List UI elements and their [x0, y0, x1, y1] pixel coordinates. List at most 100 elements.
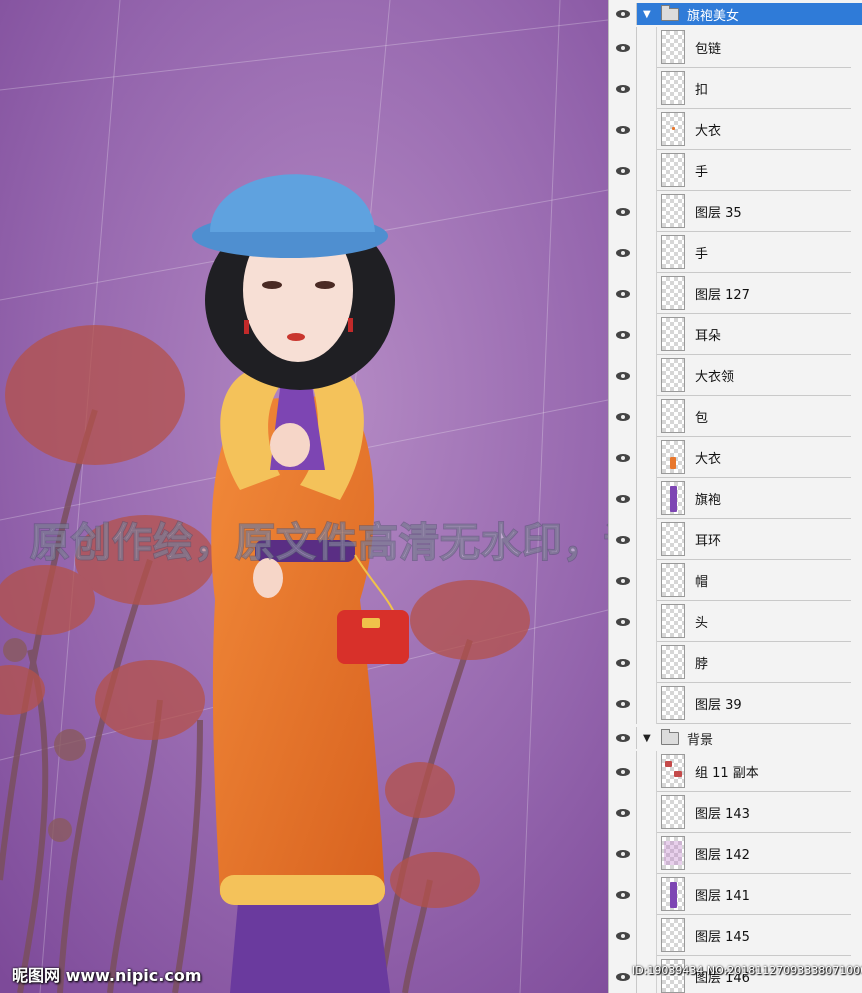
layer-thumbnail[interactable]: [661, 30, 685, 64]
layer-thumbnail[interactable]: [661, 153, 685, 187]
visibility-toggle[interactable]: [609, 874, 637, 915]
layer-row[interactable]: 耳环: [609, 519, 862, 560]
visibility-toggle[interactable]: [609, 109, 637, 150]
layer-row[interactable]: 手: [609, 150, 862, 191]
layer-thumbnail[interactable]: [661, 754, 685, 788]
layer-row[interactable]: 耳朵: [609, 314, 862, 355]
layer-row[interactable]: 手: [609, 232, 862, 273]
indent-spacer: [637, 642, 657, 683]
indent-spacer: [637, 191, 657, 232]
visibility-toggle[interactable]: [609, 191, 637, 232]
expand-triangle-icon[interactable]: ▼: [643, 733, 657, 744]
layer-name: 手: [695, 246, 709, 262]
visibility-toggle[interactable]: [609, 273, 637, 314]
layer-row[interactable]: 头: [609, 601, 862, 642]
layer-name: 图层 39: [695, 697, 742, 713]
indent-spacer: [637, 683, 657, 724]
visibility-toggle[interactable]: [609, 683, 637, 724]
layer-name: 图层 145: [695, 929, 750, 945]
layer-thumbnail[interactable]: [661, 604, 685, 638]
indent-spacer: [637, 437, 657, 478]
eye-icon: [615, 617, 630, 626]
layer-thumbnail[interactable]: [661, 795, 685, 829]
eye-icon: [615, 808, 630, 817]
eye-icon: [615, 658, 630, 667]
layer-row[interactable]: 大衣: [609, 109, 862, 150]
visibility-toggle[interactable]: [609, 314, 637, 355]
layer-thumbnail[interactable]: [661, 235, 685, 269]
layer-thumbnail[interactable]: [661, 358, 685, 392]
visibility-toggle[interactable]: [609, 915, 637, 956]
layer-name: 图层 141: [695, 888, 750, 904]
layer-row[interactable]: 包: [609, 396, 862, 437]
nipic-logo: 昵图网 www.nipic.com: [12, 966, 202, 985]
layer-thumbnail[interactable]: [661, 194, 685, 228]
layer-row[interactable]: 旗袍: [609, 478, 862, 519]
visibility-toggle[interactable]: [609, 792, 637, 833]
layer-row[interactable]: 图层 141: [609, 874, 862, 915]
visibility-toggle[interactable]: [609, 560, 637, 601]
indent-spacer: [637, 601, 657, 642]
visibility-toggle[interactable]: [609, 355, 637, 396]
eye-icon: [615, 734, 630, 742]
layer-row[interactable]: 图层 39: [609, 683, 862, 724]
layer-row[interactable]: 图层 145: [609, 915, 862, 956]
layer-thumbnail[interactable]: [661, 399, 685, 433]
layer-row[interactable]: 扣: [609, 68, 862, 109]
artwork-canvas[interactable]: 原创作绘，原文件高清无水印，请放心下载。 昵图网 www.nipic.com: [0, 0, 608, 993]
eye-icon: [615, 166, 630, 175]
layer-thumbnail[interactable]: [661, 522, 685, 556]
layer-thumbnail[interactable]: [661, 918, 685, 952]
layer-row[interactable]: 图层 127: [609, 273, 862, 314]
layer-thumbnail[interactable]: [661, 317, 685, 351]
eye-icon: [615, 849, 630, 858]
layer-row[interactable]: 组 11 副本: [609, 751, 862, 792]
visibility-toggle[interactable]: [609, 27, 637, 68]
layer-thumbnail[interactable]: [661, 686, 685, 720]
group-name: 旗袍美女: [687, 8, 740, 24]
layer-thumbnail[interactable]: [661, 440, 685, 474]
layer-thumbnail[interactable]: [661, 112, 685, 146]
layer-group-qipao[interactable]: ▼ 旗袍美女: [609, 3, 862, 25]
layer-thumbnail[interactable]: [661, 71, 685, 105]
visibility-toggle[interactable]: [609, 478, 637, 519]
visibility-toggle[interactable]: [609, 150, 637, 191]
visibility-toggle[interactable]: [609, 3, 637, 25]
layer-thumbnail[interactable]: [661, 645, 685, 679]
visibility-toggle[interactable]: [609, 601, 637, 642]
layer-thumbnail[interactable]: [661, 877, 685, 911]
visibility-toggle[interactable]: [609, 68, 637, 109]
layer-group-background[interactable]: ▼ 背景: [609, 727, 862, 749]
visibility-toggle[interactable]: [609, 727, 637, 749]
visibility-toggle[interactable]: [609, 519, 637, 560]
layer-row[interactable]: 图层 143: [609, 792, 862, 833]
layer-row[interactable]: 帽: [609, 560, 862, 601]
eye-icon: [615, 767, 630, 776]
eye-icon: [615, 330, 630, 339]
folder-icon: [661, 728, 679, 745]
layer-thumbnail[interactable]: [661, 836, 685, 870]
eye-icon: [615, 371, 630, 380]
layer-row[interactable]: 图层 35: [609, 191, 862, 232]
layer-name: 图层 142: [695, 847, 750, 863]
layer-thumbnail[interactable]: [661, 481, 685, 515]
layer-row[interactable]: 包链: [609, 27, 862, 68]
layer-row[interactable]: 大衣领: [609, 355, 862, 396]
visibility-toggle[interactable]: [609, 751, 637, 792]
visibility-toggle[interactable]: [609, 396, 637, 437]
layer-row[interactable]: 脖: [609, 642, 862, 683]
layer-row[interactable]: 图层 142: [609, 833, 862, 874]
visibility-toggle[interactable]: [609, 642, 637, 683]
visibility-toggle[interactable]: [609, 437, 637, 478]
eye-icon: [615, 453, 630, 462]
layer-thumbnail[interactable]: [661, 563, 685, 597]
thumbnail-mark: [672, 127, 675, 130]
expand-triangle-icon[interactable]: ▼: [643, 9, 657, 20]
layer-name: 包: [695, 410, 709, 426]
visibility-toggle[interactable]: [609, 833, 637, 874]
layer-thumbnail[interactable]: [661, 276, 685, 310]
layer-row[interactable]: 大衣: [609, 437, 862, 478]
visibility-toggle[interactable]: [609, 232, 637, 273]
eye-icon: [615, 535, 630, 544]
indent-spacer: [637, 478, 657, 519]
